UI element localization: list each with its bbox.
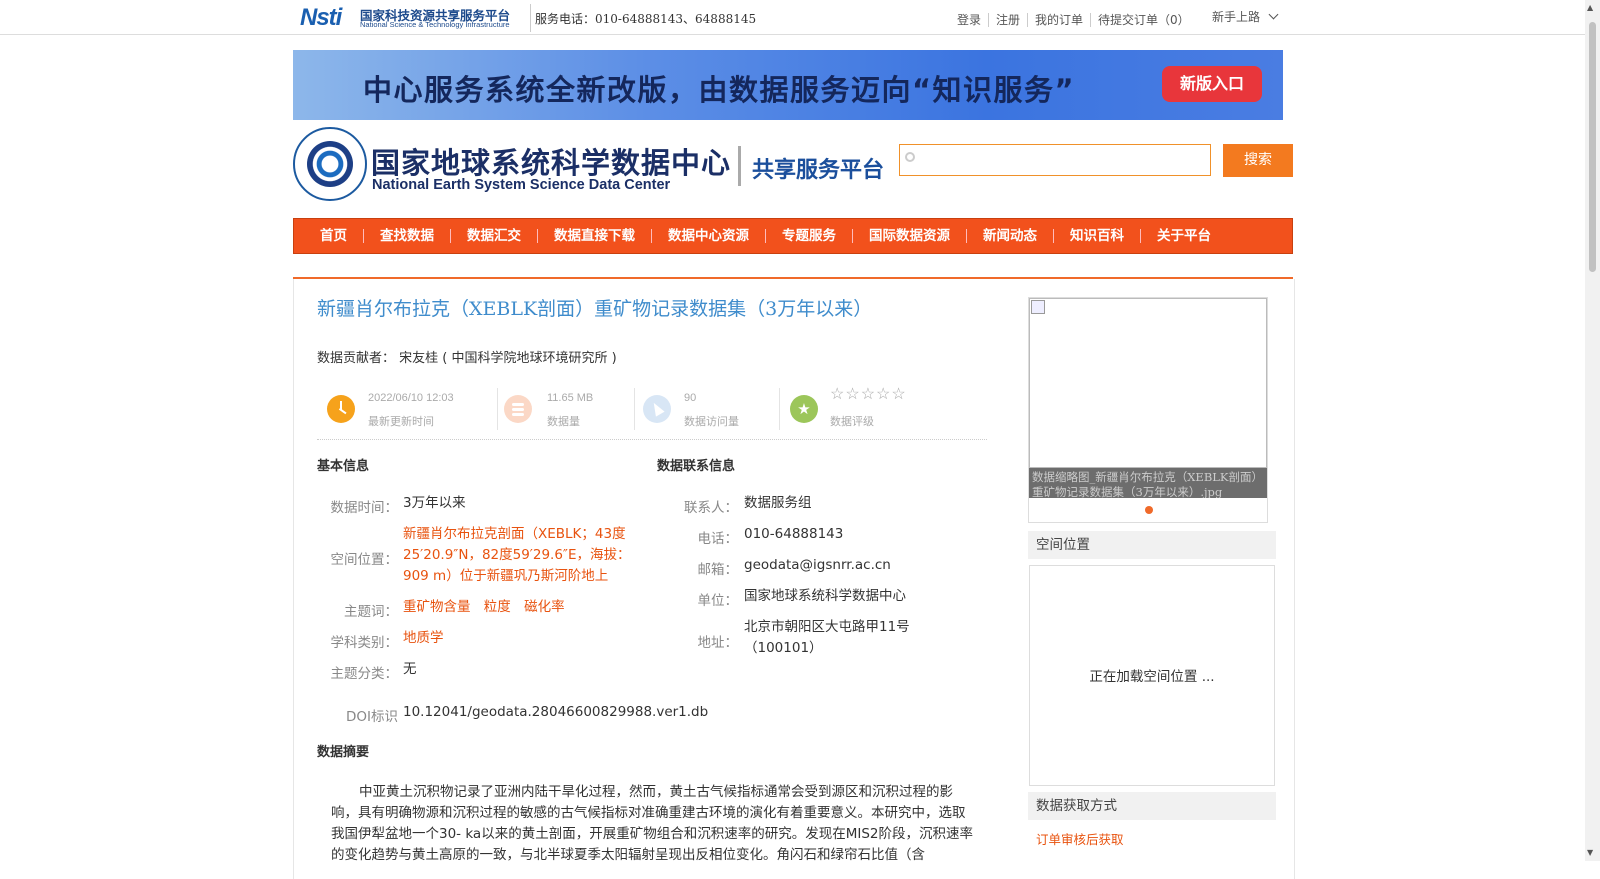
nav-news[interactable]: 新闻动态 — [967, 229, 1054, 243]
keywords-list: 重矿物含量 粒度 磁化率 — [403, 597, 565, 618]
keyword-link[interactable]: 重矿物含量 — [403, 599, 471, 615]
topbar-divider — [530, 4, 531, 32]
contact-person-value: 数据服务组 — [744, 495, 812, 511]
contact-person-label: 联系人： — [684, 500, 738, 516]
nsti-logo-mark: Nsti — [300, 4, 342, 31]
nav-center-resources[interactable]: 数据中心资源 — [652, 229, 766, 243]
logo-title-en: National Earth System Science Data Cente… — [372, 177, 671, 193]
logo-divider — [738, 146, 741, 186]
newbie-label: 新手上路 — [1212, 10, 1261, 24]
top-links: 登录 注册 我的订单 待提交订单（0） — [950, 11, 1197, 28]
basic-info-title: 基本信息 — [317, 459, 370, 474]
stat-divider — [634, 388, 635, 430]
nav-special-services[interactable]: 专题服务 — [766, 229, 853, 243]
time-value: 3万年以来 — [403, 495, 466, 511]
nav-international[interactable]: 国际数据资源 — [853, 229, 967, 243]
nsti-logo[interactable]: Nsti 国家科技资源共享服务平台 National Science & Tec… — [298, 2, 523, 31]
nsti-logo-en: National Science & Technology Infrastruc… — [360, 20, 510, 29]
register-link[interactable]: 注册 — [989, 13, 1029, 27]
carousel-dot[interactable] — [1145, 506, 1153, 514]
search-input[interactable] — [899, 144, 1211, 176]
category-value: 无 — [403, 661, 417, 677]
abstract-text: 中亚黄土沉积物记录了亚洲内陆干旱化过程，然而，黄土古气候指标通常会受到源区和沉积… — [331, 784, 973, 863]
visits-icon — [643, 395, 671, 423]
size-value: 11.65 MB — [547, 392, 594, 404]
newbie-dropdown[interactable]: 新手上路 — [1212, 8, 1279, 25]
banner-text: 中心服务系统全新改版，由数据服务迈向“知识服务” — [363, 73, 1076, 107]
search-button[interactable]: 搜索 — [1223, 144, 1293, 177]
order-access-link[interactable]: 订单审核后获取 — [1036, 829, 1124, 848]
logo-subtitle: 共享服务平台 — [752, 158, 885, 183]
keyword-link[interactable]: 粒度 — [484, 599, 511, 615]
abstract-title: 数据摘要 — [317, 745, 370, 760]
thumbnail-image[interactable] — [1029, 298, 1267, 468]
keyword-link[interactable]: 磁化率 — [524, 599, 565, 615]
rating-label: 数据评级 — [830, 415, 874, 428]
stats-divider — [317, 439, 987, 440]
nav-home[interactable]: 首页 — [304, 229, 364, 243]
updated-label: 最新更新时间 — [368, 415, 434, 428]
thumbnail-caption: 数据缩略图_新疆肖尔布拉克（XEBLK剖面）重矿物记录数据集（3万年以来）.jp… — [1029, 468, 1267, 498]
clock-icon — [327, 395, 355, 423]
new-version-button[interactable]: 新版入口 — [1162, 66, 1262, 102]
rating-stars[interactable]: ☆☆☆☆☆ — [830, 384, 907, 404]
updated-value: 2022/06/10 12:03 — [368, 392, 454, 404]
main-nav: 首页 查找数据 数据汇交 数据直接下载 数据中心资源 专题服务 国际数据资源 新… — [293, 218, 1293, 254]
data-center-emblem[interactable] — [293, 127, 367, 201]
contributor-value: 宋友桂 ( 中国科学院地球环境研究所 ) — [399, 351, 617, 366]
logo-title-cn: 国家地球系统科学数据中心 — [371, 146, 732, 180]
nav-data-submit[interactable]: 数据汇交 — [451, 229, 538, 243]
contact-address-label: 地址： — [697, 635, 739, 651]
my-orders-link[interactable]: 我的订单 — [1028, 13, 1092, 27]
category-label: 主题分类： — [330, 666, 399, 682]
contact-unit-value: 国家地球系统科学数据中心 — [744, 588, 906, 604]
access-method-header: 数据获取方式 — [1028, 792, 1276, 820]
stat-divider — [779, 388, 780, 430]
promo-banner[interactable]: 中心服务系统全新改版，由数据服务迈向“知识服务” 新版入口 — [293, 50, 1283, 120]
map-loading-text: 正在加载空间位置 ... — [1089, 669, 1215, 685]
doi-value[interactable]: 10.12041/geodata.28046600829988.ver1.db — [403, 702, 708, 723]
stat-divider — [497, 388, 498, 430]
broken-image-icon — [1031, 300, 1045, 314]
contact-unit-label: 单位： — [697, 593, 739, 609]
search-icon — [905, 152, 915, 162]
scrollbar-thumb[interactable] — [1589, 22, 1596, 272]
contact-email-label: 邮箱： — [697, 562, 739, 578]
nav-direct-download[interactable]: 数据直接下载 — [538, 229, 652, 243]
dataset-title: 新疆肖尔布拉克（XEBLK剖面）重矿物记录数据集（3万年以来） — [317, 298, 873, 320]
pending-orders-link[interactable]: 待提交订单（0） — [1091, 13, 1197, 27]
visits-label: 数据访问量 — [684, 415, 739, 428]
space-label: 空间位置： — [330, 552, 399, 568]
scroll-up-icon[interactable]: ▲ — [1587, 3, 1593, 12]
contact-address-value: 北京市朝阳区大屯路甲11号（100101） — [744, 619, 910, 656]
contact-phone-label: 电话： — [697, 531, 739, 547]
service-phone: 服务电话：010-64888143、64888145 — [535, 12, 757, 26]
spatial-location-header: 空间位置 — [1028, 531, 1276, 559]
space-value[interactable]: 新疆肖尔布拉克剖面（XEBLK；43度25′20.9″N，82度59′29.6″… — [403, 524, 643, 587]
nav-about[interactable]: 关于平台 — [1141, 229, 1227, 243]
chevron-down-icon — [1268, 9, 1279, 20]
nav-find-data[interactable]: 查找数据 — [364, 229, 451, 243]
top-bar — [0, 0, 1585, 35]
contact-email-value[interactable]: geodata@igsnrr.ac.cn — [744, 555, 891, 576]
discipline-label: 学科类别： — [330, 635, 399, 651]
contributor-label: 数据贡献者： — [317, 351, 396, 366]
size-label: 数据量 — [547, 415, 580, 428]
nav-knowledge[interactable]: 知识百科 — [1054, 229, 1141, 243]
visits-value: 90 — [684, 392, 697, 404]
contact-phone-value: 010-64888143 — [744, 526, 844, 542]
discipline-value[interactable]: 地质学 — [403, 628, 444, 649]
doi-label: DOI标识 — [345, 709, 398, 725]
layers-icon — [504, 395, 532, 423]
star-badge-icon: ★ — [790, 395, 818, 423]
scroll-down-icon[interactable]: ▼ — [1587, 848, 1593, 857]
login-link[interactable]: 登录 — [950, 13, 990, 27]
contact-info-title: 数据联系信息 — [657, 459, 736, 474]
time-label: 数据时间： — [330, 500, 399, 516]
contributor: 数据贡献者： 宋友桂 ( 中国科学院地球环境研究所 ) — [317, 347, 617, 366]
keywords-label: 主题词： — [344, 604, 398, 620]
